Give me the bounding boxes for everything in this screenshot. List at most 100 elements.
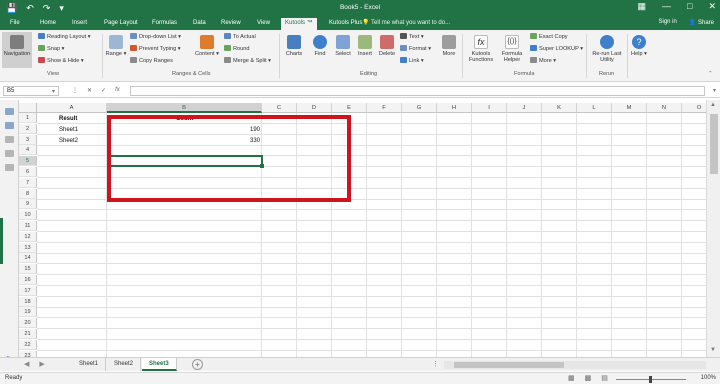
- column-header-e[interactable]: E: [332, 103, 367, 113]
- sheet-tab-sheet1[interactable]: Sheet1: [72, 358, 107, 371]
- column-header-c[interactable]: C: [262, 103, 297, 113]
- row-header-13[interactable]: 13: [19, 242, 37, 253]
- range-button[interactable]: Range ▾: [105, 35, 127, 57]
- row-header-3[interactable]: 3: [19, 134, 37, 145]
- row-header-20[interactable]: 20: [19, 318, 37, 329]
- enter-icon[interactable]: ✓: [101, 87, 106, 94]
- merge-split-button[interactable]: Merge & Split ▾: [224, 57, 271, 64]
- row-header-2[interactable]: 2: [19, 123, 37, 134]
- tab-view[interactable]: View: [253, 19, 274, 30]
- cell-a1[interactable]: Result: [59, 114, 77, 124]
- row-header-7[interactable]: 7: [19, 177, 37, 188]
- column-header-h[interactable]: H: [437, 103, 472, 113]
- select-button[interactable]: Select: [333, 35, 353, 57]
- scroll-down-icon[interactable]: ▼: [710, 347, 716, 353]
- ribbon-display-icon[interactable]: ▦: [638, 1, 647, 12]
- column-header-g[interactable]: G: [402, 103, 437, 113]
- formula-helper-button[interactable]: {()} Formula Helper: [498, 35, 526, 63]
- row-header-10[interactable]: 10: [19, 210, 37, 221]
- column-header-l[interactable]: L: [577, 103, 612, 113]
- scroll-thumb[interactable]: [710, 114, 718, 174]
- insert-function-icon[interactable]: fx: [115, 87, 120, 94]
- row-header-8[interactable]: 8: [19, 188, 37, 199]
- sheet-tab-sheet3[interactable]: Sheet3: [142, 358, 177, 371]
- row-header-1[interactable]: 1: [19, 113, 37, 123]
- super-lookup-button[interactable]: Super LOOKUP ▾: [530, 45, 583, 52]
- to-actual-button[interactable]: To Actual: [224, 33, 256, 40]
- column-header-k[interactable]: K: [542, 103, 577, 113]
- find-button[interactable]: Find: [310, 35, 330, 57]
- tell-me-search[interactable]: 💡 Tell me what you want to do...: [362, 19, 450, 26]
- row-header-11[interactable]: 11: [19, 221, 37, 231]
- tab-home[interactable]: Home: [36, 19, 60, 30]
- dropdown-list-button[interactable]: Drop-down List ▾: [130, 33, 181, 40]
- column-header-j[interactable]: J: [507, 103, 542, 113]
- workbook-sheet-icon[interactable]: [5, 108, 14, 115]
- minimize-icon[interactable]: —: [662, 1, 671, 12]
- row-header-22[interactable]: 22: [19, 339, 37, 350]
- column-header-f[interactable]: F: [367, 103, 402, 113]
- maximize-icon[interactable]: □: [687, 1, 692, 12]
- autotext-icon[interactable]: [5, 136, 14, 143]
- column-header-i[interactable]: I: [472, 103, 507, 113]
- tab-kutools-plus[interactable]: Kutools Plus: [325, 19, 366, 30]
- row-header-14[interactable]: 14: [19, 253, 37, 264]
- cancel-icon[interactable]: ✕: [87, 87, 92, 94]
- sheet-tab-sheet2[interactable]: Sheet2: [107, 358, 142, 371]
- navigation-button[interactable]: Navigation: [2, 32, 32, 68]
- reading-layout-button[interactable]: Reading Layout ▾: [38, 33, 91, 40]
- row-header-6[interactable]: 6: [19, 167, 37, 177]
- normal-view-icon[interactable]: ▦: [568, 374, 575, 382]
- column-header-d[interactable]: D: [297, 103, 332, 113]
- page-layout-view-icon[interactable]: ▩: [585, 374, 592, 382]
- copy-ranges-button[interactable]: Copy Ranges: [130, 57, 173, 64]
- scroll-up-icon[interactable]: ▲: [710, 102, 716, 108]
- row-header-21[interactable]: 21: [19, 329, 37, 339]
- content-button[interactable]: Content ▾: [193, 35, 221, 57]
- column-header-b[interactable]: B: [107, 103, 262, 113]
- close-icon[interactable]: ✕: [708, 1, 716, 12]
- text-button[interactable]: Text ▾: [400, 33, 424, 40]
- share-button[interactable]: 👤 Share: [689, 19, 714, 26]
- name-box[interactable]: B5 ▾: [3, 86, 59, 96]
- link-button[interactable]: Link ▾: [400, 57, 424, 64]
- row-header-18[interactable]: 18: [19, 296, 37, 307]
- collapse-ribbon-icon[interactable]: ⌃: [708, 71, 713, 77]
- column-header-a[interactable]: A: [37, 103, 107, 113]
- insert-button[interactable]: Insert: [355, 35, 375, 57]
- row-header-5[interactable]: 5: [19, 156, 37, 167]
- cell-a2[interactable]: Sheet1: [59, 125, 78, 135]
- delete-button[interactable]: Delete: [377, 35, 397, 57]
- more-editing-button[interactable]: More: [439, 35, 459, 57]
- page-break-view-icon[interactable]: ▤: [601, 374, 608, 382]
- pane-resize-handle[interactable]: [0, 218, 3, 264]
- row-header-19[interactable]: 19: [19, 307, 37, 318]
- next-sheet-icon[interactable]: ▶: [39, 360, 44, 368]
- tab-data[interactable]: Data: [189, 19, 210, 30]
- worksheet-grid[interactable]: ABCDEFGHIJKLMNO 1 2 3 4 5 6 7 8 9 10 11 12 13 14 15 16 1…: [19, 100, 706, 357]
- prevent-typing-button[interactable]: Prevent Typing ▾: [130, 45, 181, 52]
- row-header-9[interactable]: 9: [19, 199, 37, 210]
- round-button[interactable]: Round: [224, 45, 249, 52]
- add-sheet-button[interactable]: +: [192, 359, 203, 370]
- zoom-level[interactable]: 100%: [701, 375, 716, 381]
- name-manager-icon[interactable]: [5, 122, 14, 129]
- show-hide-button[interactable]: Show & Hide ▾: [38, 57, 84, 64]
- scroll-thumb[interactable]: [454, 362, 564, 368]
- row-header-15[interactable]: 15: [19, 264, 37, 275]
- charts-button[interactable]: Charts: [283, 35, 305, 57]
- column-header-m[interactable]: M: [612, 103, 647, 113]
- more-icon[interactable]: ⋮: [432, 360, 439, 368]
- zoom-slider-knob[interactable]: [649, 376, 652, 383]
- tab-file[interactable]: File: [6, 19, 24, 30]
- rerun-button[interactable]: Re-run Last Utility: [589, 35, 625, 63]
- exact-copy-button[interactable]: Exact Copy: [530, 33, 568, 40]
- tab-formulas[interactable]: Formulas: [148, 19, 181, 30]
- tab-review[interactable]: Review: [217, 19, 245, 30]
- row-header-17[interactable]: 17: [19, 285, 37, 296]
- column-list-icon[interactable]: [5, 150, 14, 157]
- horizontal-scrollbar[interactable]: [444, 361, 706, 369]
- formula-input[interactable]: [130, 86, 705, 96]
- expand-formula-icon[interactable]: ▾: [713, 87, 716, 94]
- row-header-16[interactable]: 16: [19, 275, 37, 285]
